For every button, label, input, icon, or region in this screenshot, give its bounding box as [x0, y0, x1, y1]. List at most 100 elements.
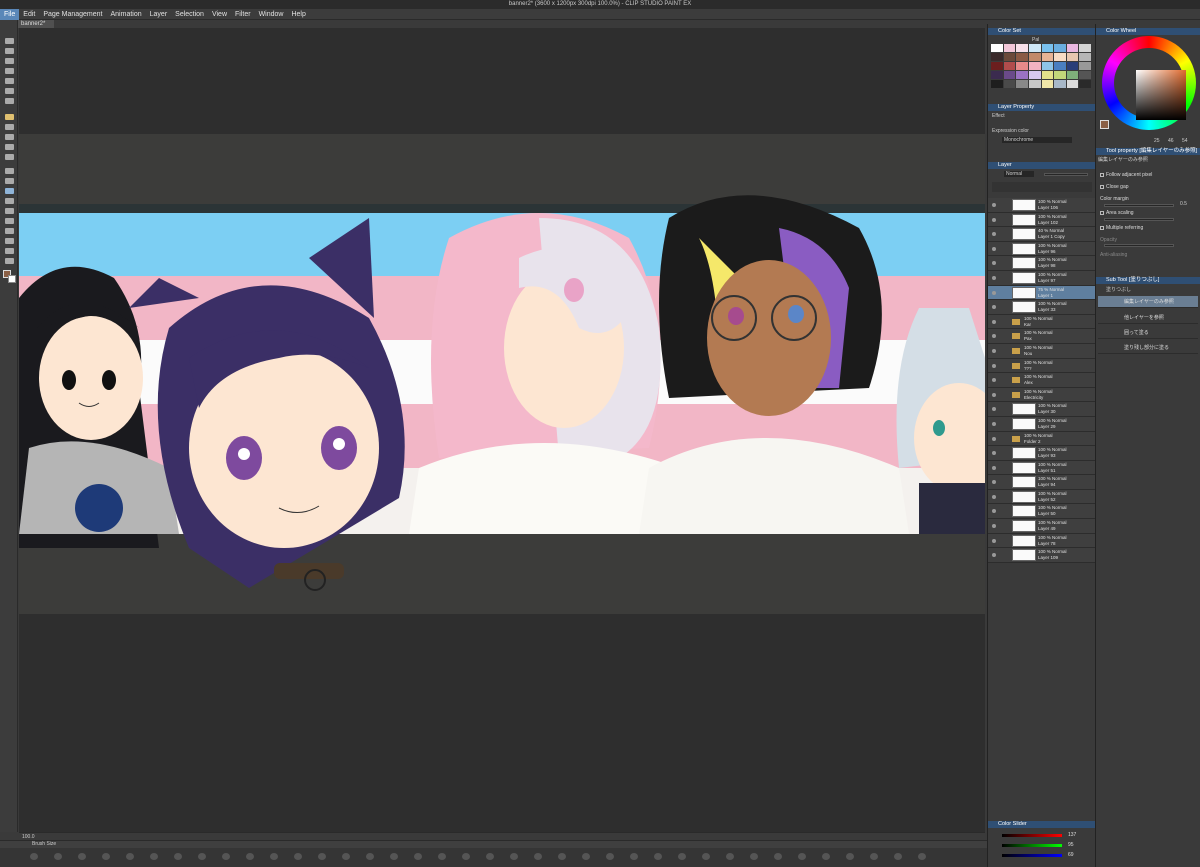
color-wheel[interactable] [1102, 36, 1196, 130]
eye-icon[interactable] [992, 465, 996, 470]
canvas-area[interactable] [19, 28, 985, 832]
airbrush-tool-icon[interactable] [5, 144, 14, 150]
brush-size-preset[interactable] [630, 853, 638, 860]
menu-file[interactable]: File [0, 9, 20, 20]
move-tool-icon[interactable] [5, 48, 14, 54]
brush-size-preset[interactable] [846, 853, 854, 860]
eye-icon[interactable] [992, 217, 996, 222]
layer-row[interactable]: 100 % Normal Layer 51 [988, 460, 1095, 476]
layer-name[interactable]: Layer 98 [1038, 263, 1056, 268]
color-swatch[interactable] [1016, 53, 1028, 61]
sub-tool-title[interactable]: Sub Tool [塗りつぶし] [1096, 277, 1200, 284]
eye-icon[interactable] [992, 421, 996, 426]
color-swatch[interactable] [1003, 44, 1016, 52]
brush-size-preset[interactable] [246, 853, 254, 860]
area-scaling-option[interactable]: Area scaling [1100, 210, 1134, 216]
brush-size-preset[interactable] [126, 853, 134, 860]
text-tool-icon[interactable] [5, 238, 14, 244]
layer-opacity-slider[interactable] [1044, 173, 1088, 176]
layer-name[interactable]: Layer 1 [1038, 293, 1053, 298]
sub-tool-item[interactable]: 他レイヤーを参照 [1098, 312, 1198, 324]
color-swatch[interactable] [1028, 80, 1041, 88]
eye-icon[interactable] [992, 509, 996, 514]
layer-name[interactable]: Layer 49 [1038, 526, 1056, 531]
tool-property-title[interactable]: Tool property [編集レイヤーのみ参照] [1096, 148, 1200, 155]
color-set-palette-name[interactable]: Pal [1032, 37, 1039, 43]
brush-size-preset[interactable] [366, 853, 374, 860]
brush-size-preset[interactable] [918, 853, 926, 860]
layer-row[interactable]: 100 % Normal Layer 96 [988, 241, 1095, 257]
layer-folder-row[interactable]: 100 % Normal Folder 2 [988, 431, 1095, 447]
layer-name[interactable]: Layer 97 [1038, 278, 1056, 283]
color-swatch[interactable] [991, 53, 1003, 61]
eraser-tool-icon[interactable] [5, 168, 14, 174]
brush-size-preset[interactable] [654, 853, 662, 860]
layer-name[interactable]: Layer 30 [1038, 409, 1056, 414]
opacity-slider[interactable] [1104, 244, 1174, 247]
menu-filter[interactable]: Filter [231, 9, 255, 20]
eye-icon[interactable] [992, 392, 996, 397]
layer-name[interactable]: Alex [1024, 380, 1033, 385]
eye-icon[interactable] [992, 407, 996, 412]
blue-slider[interactable] [1002, 854, 1062, 857]
layer-row[interactable]: 100 % Normal Layer 30 [988, 402, 1095, 417]
figure-tool-icon[interactable] [5, 208, 14, 214]
layer-name[interactable]: Layer 94 [1038, 482, 1056, 487]
eye-icon[interactable] [992, 246, 996, 251]
layer-name[interactable]: Layer 29 [1038, 424, 1056, 429]
layer-name[interactable]: Layer 78 [1038, 541, 1056, 546]
eye-icon[interactable] [992, 305, 996, 310]
layer-folder-row[interactable]: 100 % Normal Alex [988, 373, 1095, 388]
blue-value[interactable]: 69 [1068, 852, 1074, 858]
eye-icon[interactable] [992, 203, 996, 207]
color-swatch[interactable] [1041, 80, 1054, 88]
eye-icon[interactable] [992, 538, 996, 543]
color-swatch[interactable] [1028, 53, 1041, 61]
checkbox-icon[interactable] [1100, 172, 1104, 177]
eye-icon[interactable] [992, 275, 996, 280]
color-swatch[interactable] [991, 80, 1003, 88]
layer-row[interactable]: 100 % Normal Layer 106 [988, 198, 1095, 213]
brush-size-preset[interactable] [798, 853, 806, 860]
move-layer-tool-icon[interactable] [5, 68, 14, 74]
eyedropper-tool-icon[interactable] [5, 98, 14, 104]
color-swatch[interactable] [1079, 80, 1091, 88]
hue-value[interactable]: 25 [1154, 138, 1160, 144]
area-scaling-slider[interactable] [1104, 218, 1174, 221]
eye-icon[interactable] [992, 334, 996, 339]
eye-icon[interactable] [992, 290, 996, 295]
multiple-referring-option[interactable]: Multiple referring [1100, 225, 1143, 231]
layer-row[interactable]: 100 % Normal Layer 102 [988, 212, 1095, 228]
layer-row[interactable]: 100 % Normal Layer 109 [988, 548, 1095, 563]
follow-adjacent-option[interactable]: Follow adjacent pixel [1100, 172, 1152, 178]
decoration-tool-icon[interactable] [5, 154, 14, 160]
color-swatch[interactable] [1016, 71, 1028, 79]
color-swatch[interactable] [1028, 62, 1041, 70]
sub-tool-group-tab[interactable]: 塗りつぶし [1106, 286, 1131, 293]
color-swatch[interactable] [1054, 53, 1066, 61]
blend-tool-icon[interactable] [5, 178, 14, 184]
pencil-tool-icon[interactable] [5, 124, 14, 130]
brush-size-preset[interactable] [870, 853, 878, 860]
layer-row[interactable]: 100 % Normal Layer 33 [988, 300, 1095, 315]
color-swatch[interactable] [1041, 71, 1054, 79]
layer-row[interactable]: 40 % Normal Layer 1 Copy [988, 227, 1095, 242]
layer-folder-row[interactable]: 100 % Normal Kar [988, 314, 1095, 330]
blend-mode-select[interactable]: Normal [1004, 171, 1034, 177]
green-value[interactable]: 95 [1068, 842, 1074, 848]
balloon-tool-icon[interactable] [5, 248, 14, 254]
menu-edit[interactable]: Edit [19, 9, 39, 20]
sub-tool-item[interactable]: 囲って塗る [1098, 327, 1198, 339]
eye-icon[interactable] [992, 553, 996, 558]
brush-size-preset[interactable] [702, 853, 710, 860]
color-swatch[interactable] [1066, 44, 1079, 52]
brush-size-preset[interactable] [774, 853, 782, 860]
layer-name[interactable]: Layer 109 [1038, 555, 1058, 560]
color-margin-value[interactable]: 0.5 [1180, 201, 1187, 207]
color-set-title[interactable]: Color Set [988, 28, 1095, 35]
current-color-swatch[interactable] [1100, 120, 1109, 129]
color-swatch[interactable] [1003, 80, 1016, 88]
layer-name[interactable]: Pax [1024, 336, 1032, 341]
checkbox-icon[interactable] [1100, 225, 1104, 230]
color-swatch[interactable] [991, 44, 1003, 52]
